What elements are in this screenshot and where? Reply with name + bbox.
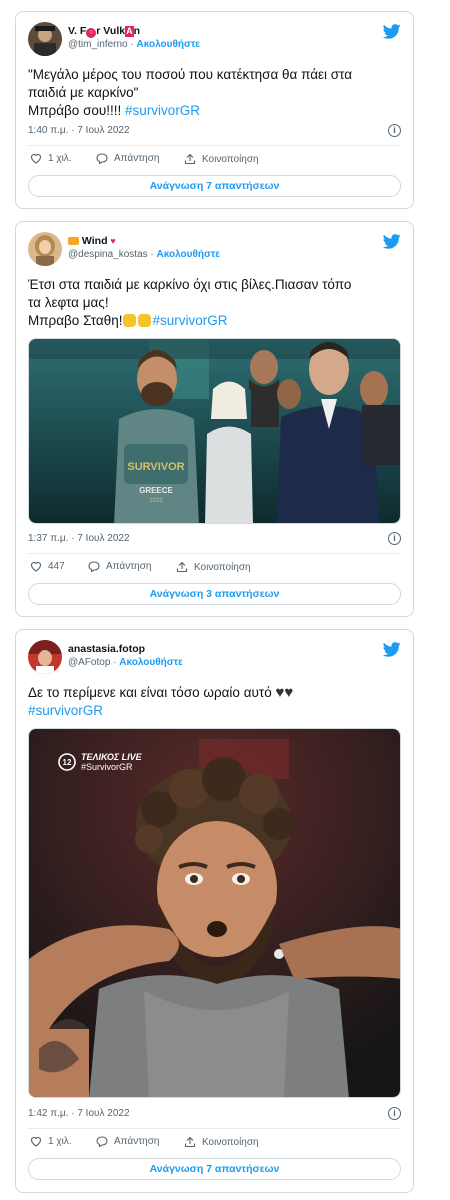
share-button[interactable]: Κοινοποίηση: [184, 1136, 259, 1148]
like-count: 1 χιλ.: [48, 153, 72, 164]
tweet-card: V. F ○ r VulkAn @tim_inferno · Ακολουθήστε…: [15, 11, 414, 209]
like-count: 1 χιλ.: [48, 1136, 72, 1147]
tweet-card: Wind ♥ @despina_kostas · Ακολουθήστε Έτσ…: [15, 221, 414, 617]
avatar[interactable]: [28, 232, 62, 266]
follow-link[interactable]: Ακολουθήστε: [157, 249, 221, 260]
reply-button[interactable]: Απάντηση: [88, 561, 151, 572]
image-caption: GREECE: [139, 486, 173, 495]
divider: [28, 553, 401, 554]
like-button[interactable]: 1 χιλ.: [30, 153, 72, 164]
timestamp[interactable]: 1:37 π.μ. · 7 Ιουλ 2022: [28, 533, 130, 544]
black-heart-emoji: ♥♥: [275, 684, 294, 701]
author-block: Wind ♥ @despina_kostas · Ακολουθήστε: [68, 234, 221, 260]
share-icon: [184, 153, 196, 165]
tweet-card: anastasia.fotop @AFotop · Ακολουθήστε Δε…: [15, 629, 414, 1193]
tweet-text: Δε το περίμενε και είναι τόσο ωραίο αυτό…: [28, 684, 294, 718]
handle[interactable]: @despina_kostas: [68, 249, 148, 260]
name-emoji-circle: ○: [86, 28, 97, 38]
action-bar: 1 χιλ. Απάντηση Κοινοποίηση: [28, 153, 401, 169]
like-button[interactable]: 1 χιλ.: [30, 1136, 72, 1147]
image-caption: SURVIVOR: [127, 461, 184, 473]
like-button[interactable]: 447: [30, 561, 65, 572]
reply-button[interactable]: Απάντηση: [96, 153, 159, 164]
tweet-text: Έτσι στα παιδιά με καρκίνο όχι στις βίλε…: [28, 277, 352, 328]
divider: [28, 1128, 401, 1129]
hashtag-link[interactable]: #survivorGR: [28, 703, 103, 718]
display-name[interactable]: Wind ♥: [68, 234, 220, 248]
heart-emoji: ♥: [110, 236, 116, 246]
timestamp[interactable]: 1:42 π.μ. · 7 Ιουλ 2022: [28, 1108, 130, 1119]
tweet-header: V. F ○ r VulkAn @tim_inferno · Ακολουθήστε: [28, 22, 401, 58]
read-replies-button[interactable]: Ανάγνωση 3 απαντήσεων: [28, 583, 401, 605]
overlay-title: ΤΕΛΙΚΟΣ LIVE: [81, 752, 143, 762]
tweet-header: Wind ♥ @despina_kostas · Ακολουθήστε: [28, 232, 401, 268]
overlay-hashtag: #SurvivorGR: [81, 762, 133, 772]
handle[interactable]: @tim_inferno: [68, 39, 128, 50]
share-icon: [184, 1136, 196, 1148]
read-replies-button[interactable]: Ανάγνωση 7 απαντήσεων: [28, 175, 401, 197]
like-count: 447: [48, 561, 65, 572]
crown-emoji: [68, 237, 79, 246]
info-icon[interactable]: i: [388, 532, 401, 545]
share-icon: [176, 561, 188, 573]
clap-emoji: [123, 314, 137, 327]
avatar[interactable]: [28, 640, 62, 674]
tweet-image[interactable]: 12 ΤΕΛΙΚΟΣ LIVE #SurvivorGR: [28, 728, 401, 1098]
channel-logo: 12: [63, 758, 72, 767]
reply-button[interactable]: Απάντηση: [96, 1136, 159, 1147]
clap-emoji: [138, 314, 152, 327]
action-bar: 447 Απάντηση Κοινοποίηση: [28, 561, 401, 577]
hashtag-link[interactable]: #survivorGR: [125, 103, 200, 118]
name-emoji-letter: A: [125, 26, 134, 37]
handle[interactable]: @AFotop: [68, 657, 110, 668]
share-button[interactable]: Κοινοποίηση: [176, 561, 251, 573]
author-block: V. F ○ r VulkAn @tim_inferno · Ακολουθήστε: [68, 24, 201, 50]
heart-icon: [30, 153, 42, 164]
tweet-text: "Μεγάλο μέρος του ποσού που κατέκτησα θα…: [28, 67, 353, 118]
info-icon[interactable]: i: [388, 1107, 401, 1120]
avatar[interactable]: [28, 22, 62, 56]
follow-link[interactable]: Ακολουθήστε: [119, 657, 183, 668]
share-button[interactable]: Κοινοποίηση: [184, 153, 259, 165]
author-block: anastasia.fotop @AFotop · Ακολουθήστε: [68, 642, 183, 668]
twitter-bird-icon[interactable]: [383, 24, 401, 39]
image-caption: 2022: [149, 498, 163, 504]
tweet-image[interactable]: SURVIVOR GREECE 2022: [28, 338, 401, 524]
info-icon[interactable]: i: [388, 124, 401, 137]
tweet-header: anastasia.fotop @AFotop · Ακολουθήστε: [28, 640, 401, 676]
twitter-bird-icon[interactable]: [383, 234, 401, 249]
follow-link[interactable]: Ακολουθήστε: [137, 39, 201, 50]
heart-icon: [30, 561, 42, 572]
hashtag-link[interactable]: #survivorGR: [152, 313, 227, 328]
divider: [28, 145, 401, 146]
timestamp[interactable]: 1:40 π.μ. · 7 Ιουλ 2022: [28, 125, 130, 136]
twitter-bird-icon[interactable]: [383, 642, 401, 657]
display-name[interactable]: anastasia.fotop: [68, 642, 183, 656]
reply-bubble-icon: [88, 561, 100, 572]
display-name[interactable]: V. F ○ r VulkAn: [68, 24, 200, 38]
action-bar: 1 χιλ. Απάντηση Κοινοποίηση: [28, 1136, 401, 1152]
reply-bubble-icon: [96, 1136, 108, 1147]
read-replies-button[interactable]: Ανάγνωση 7 απαντήσεων: [28, 1158, 401, 1180]
heart-icon: [30, 1136, 42, 1147]
reply-bubble-icon: [96, 153, 108, 164]
